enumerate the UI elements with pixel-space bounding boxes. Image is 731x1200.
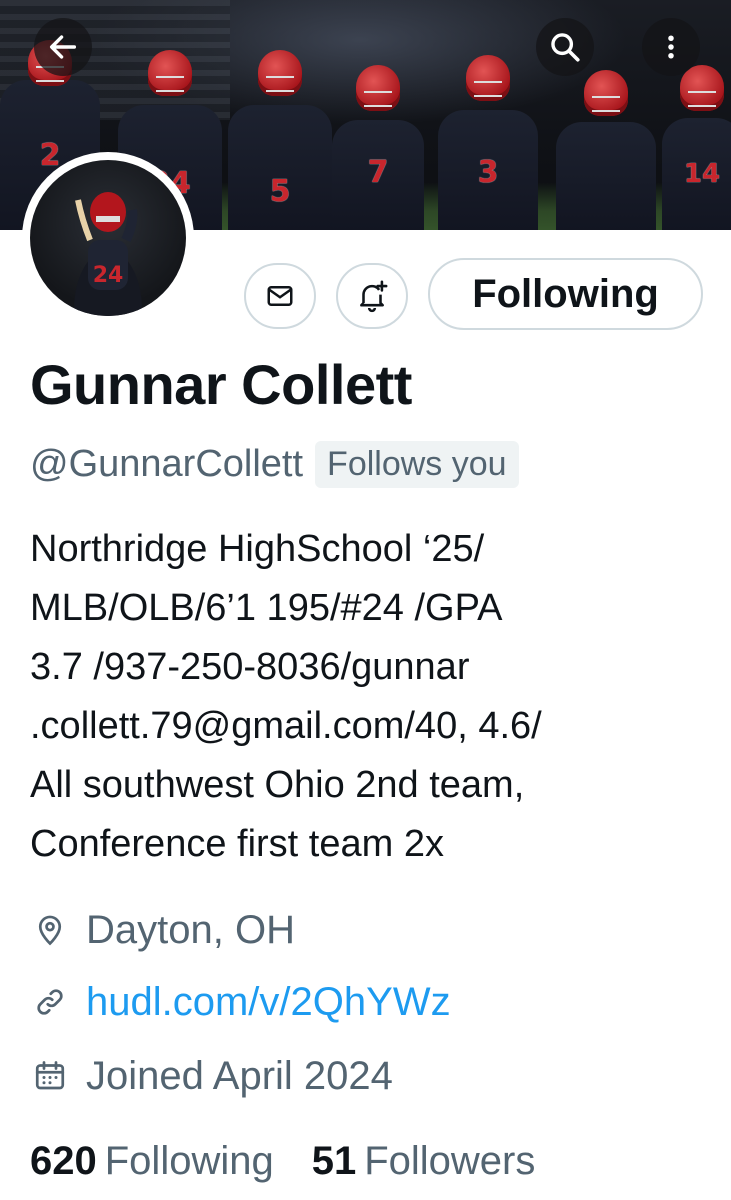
back-button[interactable] xyxy=(34,18,92,76)
calendar-icon xyxy=(30,1056,70,1096)
followers-count: 51 xyxy=(311,1138,357,1183)
banner-player: 14 xyxy=(662,65,731,230)
notifications-button[interactable] xyxy=(336,263,408,329)
following-count: 620 xyxy=(30,1138,97,1183)
followers-stat[interactable]: 51 Followers xyxy=(312,1139,536,1184)
avatar[interactable]: 24 xyxy=(22,152,194,324)
banner-player: 7 xyxy=(332,65,424,230)
following-label: Following xyxy=(104,1138,274,1183)
search-button[interactable] xyxy=(536,18,594,76)
website-link[interactable]: hudl.com/v/2QhYWz xyxy=(86,980,451,1025)
followers-label: Followers xyxy=(364,1138,536,1183)
location-pin-icon xyxy=(30,910,70,950)
link-icon xyxy=(30,982,70,1022)
location-row: Dayton, OH xyxy=(30,904,295,956)
profile-bio: Northridge HighSchool ‘25/ MLB/OLB/6’1 1… xyxy=(30,528,542,865)
location-text: Dayton, OH xyxy=(86,907,295,952)
bell-plus-icon xyxy=(360,280,388,313)
following-button[interactable]: Following xyxy=(428,258,703,330)
display-name: Gunnar Collett xyxy=(30,353,412,416)
more-options-button[interactable] xyxy=(642,18,700,76)
search-icon xyxy=(551,33,580,62)
following-stat[interactable]: 620 Following xyxy=(30,1139,274,1184)
website-row[interactable]: hudl.com/v/2QhYWz xyxy=(30,976,451,1028)
joined-row: Joined April 2024 xyxy=(30,1050,393,1102)
username-handle: @GunnarCollett xyxy=(30,442,304,485)
envelope-icon xyxy=(267,286,293,306)
banner-player: 5 xyxy=(228,50,332,230)
follow-stats: 620 Following 51 Followers xyxy=(30,1134,535,1188)
svg-text:24: 24 xyxy=(93,263,124,288)
message-button[interactable] xyxy=(244,263,316,329)
joined-date: Joined April 2024 xyxy=(86,1053,393,1098)
handle-row: @GunnarCollett Follows you xyxy=(30,438,519,490)
follows-you-badge: Follows you xyxy=(315,440,519,488)
back-arrow-icon xyxy=(49,35,77,59)
banner-player xyxy=(556,70,656,230)
avatar-photo: 24 xyxy=(30,160,186,316)
banner-player: 3 xyxy=(438,55,538,230)
more-vertical-icon xyxy=(668,35,674,59)
